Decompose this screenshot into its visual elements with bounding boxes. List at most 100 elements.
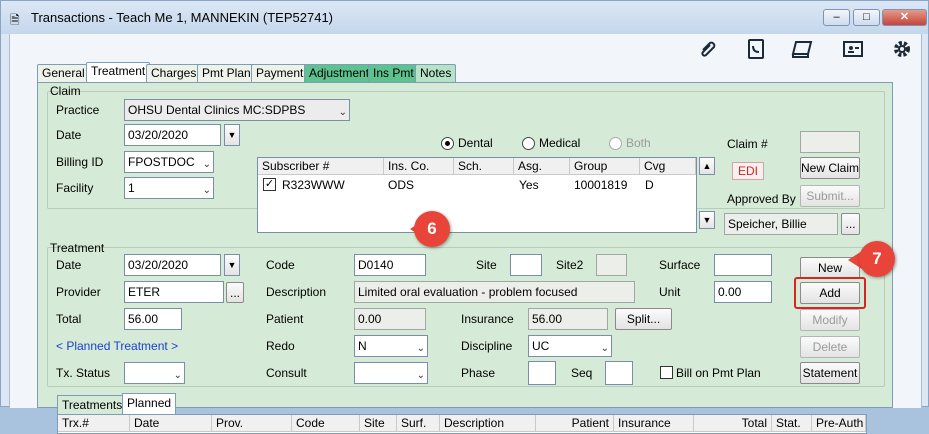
discipline-select[interactable]: UC ⌄	[528, 335, 612, 357]
claim-date-dropdown[interactable]: ▼	[224, 124, 240, 146]
redo-value: N	[358, 339, 367, 353]
chevron-down-icon: ⌄	[416, 370, 425, 381]
site-input[interactable]	[510, 254, 542, 276]
facility-value: 1	[128, 181, 135, 195]
submit-button[interactable]: Submit...	[800, 185, 860, 207]
col-date[interactable]: Date	[130, 415, 212, 432]
discipline-value: UC	[532, 339, 550, 353]
consult-select[interactable]: ⌄	[354, 362, 428, 384]
subscriber-grid[interactable]: Subscriber # Ins. Co. Sch. Asg. Group Cv…	[257, 157, 697, 233]
dental-radio-label: Dental	[458, 136, 493, 150]
surface-input[interactable]	[714, 254, 772, 276]
chevron-down-icon: ⌄	[338, 107, 347, 118]
cvg-value: D	[645, 178, 654, 192]
chevron-down-icon: ⌄	[416, 343, 425, 354]
description-field[interactable]: Limited oral evaluation - problem focuse…	[354, 281, 635, 303]
col-surf[interactable]: Surf.	[397, 415, 440, 432]
dental-radio[interactable]	[441, 137, 454, 150]
tx-date-dropdown[interactable]: ▼	[224, 254, 240, 276]
split-button[interactable]: Split...	[615, 308, 672, 330]
col-code[interactable]: Code	[292, 415, 360, 432]
grid-header-cvg[interactable]: Cvg	[640, 158, 696, 175]
tab-treatments[interactable]: Treatments	[57, 395, 128, 414]
tab-charges[interactable]: Charges	[146, 64, 202, 82]
tab-general[interactable]: General	[37, 64, 90, 82]
title-bar[interactable]: 🗎 Transactions - Teach Me 1, MANNEKIN (T…	[1, 1, 928, 34]
col-preauth[interactable]: Pre-Auth	[812, 415, 866, 432]
delete-button[interactable]: Delete	[800, 336, 860, 358]
col-total[interactable]: Total	[694, 415, 772, 432]
tab-notes[interactable]: Notes	[415, 64, 457, 82]
notebook-icon[interactable]	[789, 38, 815, 64]
statement-button[interactable]: Statement	[800, 362, 860, 384]
redo-select[interactable]: N ⌄	[354, 335, 428, 357]
transactions-window: 🗎 Transactions - Teach Me 1, MANNEKIN (T…	[0, 0, 929, 434]
edi-badge: EDI	[732, 162, 765, 180]
grid-header-subscriber[interactable]: Subscriber #	[258, 158, 384, 175]
window-title: Transactions - Teach Me 1, MANNEKIN (TEP…	[31, 10, 334, 25]
maximize-button[interactable]: □	[853, 9, 880, 26]
unit-label: Unit	[659, 285, 681, 299]
discipline-label: Discipline	[461, 339, 513, 353]
paperclip-icon[interactable]	[695, 38, 721, 64]
col-trx[interactable]: Trx.#	[58, 415, 130, 432]
insurance-field[interactable]: 56.00	[528, 308, 608, 330]
modify-button[interactable]: Modify	[800, 309, 860, 331]
gear-icon[interactable]	[889, 38, 915, 64]
col-stat[interactable]: Stat.	[772, 415, 812, 432]
new-claim-button[interactable]: New Claim	[800, 157, 860, 179]
scroll-down-button[interactable]: ▼	[699, 211, 715, 229]
col-prov[interactable]: Prov.	[212, 415, 292, 432]
callout-step-6: 6	[414, 211, 450, 247]
grid-header-sch[interactable]: Sch.	[454, 158, 514, 175]
grid-header-insco[interactable]: Ins. Co.	[384, 158, 454, 175]
claim-date-input[interactable]: 03/20/2020	[124, 124, 221, 146]
col-site[interactable]: Site	[360, 415, 397, 432]
both-radio[interactable]	[609, 137, 622, 150]
planned-grid[interactable]: Trx.# Date Prov. Code Site Surf. Descrip…	[57, 414, 867, 434]
code-input[interactable]: D0140	[354, 254, 426, 276]
add-button-highlight	[794, 277, 866, 309]
phase-input[interactable]	[528, 361, 556, 385]
site2-input[interactable]	[596, 254, 627, 276]
tx-status-select[interactable]: ⌄	[124, 362, 185, 384]
tab-payment[interactable]: Payment	[251, 64, 309, 82]
bill-on-pmt-plan-checkbox[interactable]	[660, 366, 673, 379]
id-card-icon[interactable]	[840, 38, 866, 64]
unit-input[interactable]: 0.00	[714, 281, 772, 303]
planned-treatment-link[interactable]: < Planned Treatment >	[56, 339, 178, 353]
grid-header-group[interactable]: Group	[570, 158, 640, 175]
phone-book-icon[interactable]	[743, 38, 769, 64]
subscriber-checkbox[interactable]: ✓	[263, 178, 276, 191]
close-button[interactable]: ✕	[882, 9, 927, 26]
patient-label: Patient	[266, 312, 304, 326]
claim-number-field[interactable]	[800, 131, 860, 153]
seq-input[interactable]	[605, 361, 633, 385]
facility-select[interactable]: 1 ⌄	[124, 177, 214, 199]
tab-treatment[interactable]: Treatment	[86, 62, 151, 83]
total-input[interactable]: 56.00	[124, 308, 182, 330]
bill-on-pmt-plan-label: Bill on Pmt Plan	[676, 366, 761, 380]
tab-ins-pmt[interactable]: Ins Pmt	[368, 64, 419, 82]
tab-adjustment[interactable]: Adjustment	[304, 64, 375, 82]
tx-date-input[interactable]: 03/20/2020	[124, 254, 221, 276]
approved-by-lookup[interactable]: ...	[841, 213, 860, 235]
col-patient[interactable]: Patient	[536, 415, 614, 432]
billing-id-select[interactable]: FPOSTDOC ⌄	[124, 151, 214, 173]
practice-select[interactable]: OHSU Dental Clinics MC:SDPBS ⌄	[124, 99, 350, 121]
patient-field[interactable]: 0.00	[354, 308, 426, 330]
tab-pmt-plan[interactable]: Pmt Plan	[197, 64, 256, 82]
minimize-button[interactable]: –	[823, 9, 850, 26]
app-icon: 🗎	[10, 13, 20, 27]
provider-lookup[interactable]: ...	[226, 282, 244, 303]
medical-radio[interactable]	[522, 137, 535, 150]
callout-step-7: 7	[859, 241, 895, 277]
scroll-up-button[interactable]: ▲	[699, 157, 715, 175]
approved-by-field[interactable]: Speicher, Billie	[724, 213, 838, 235]
code-label: Code	[266, 258, 295, 272]
provider-input[interactable]: ETER	[124, 281, 224, 303]
grid-header-asg[interactable]: Asg.	[514, 158, 570, 175]
tab-planned[interactable]: Planned	[122, 393, 177, 414]
col-insurance[interactable]: Insurance	[614, 415, 694, 432]
col-description[interactable]: Description	[440, 415, 536, 432]
